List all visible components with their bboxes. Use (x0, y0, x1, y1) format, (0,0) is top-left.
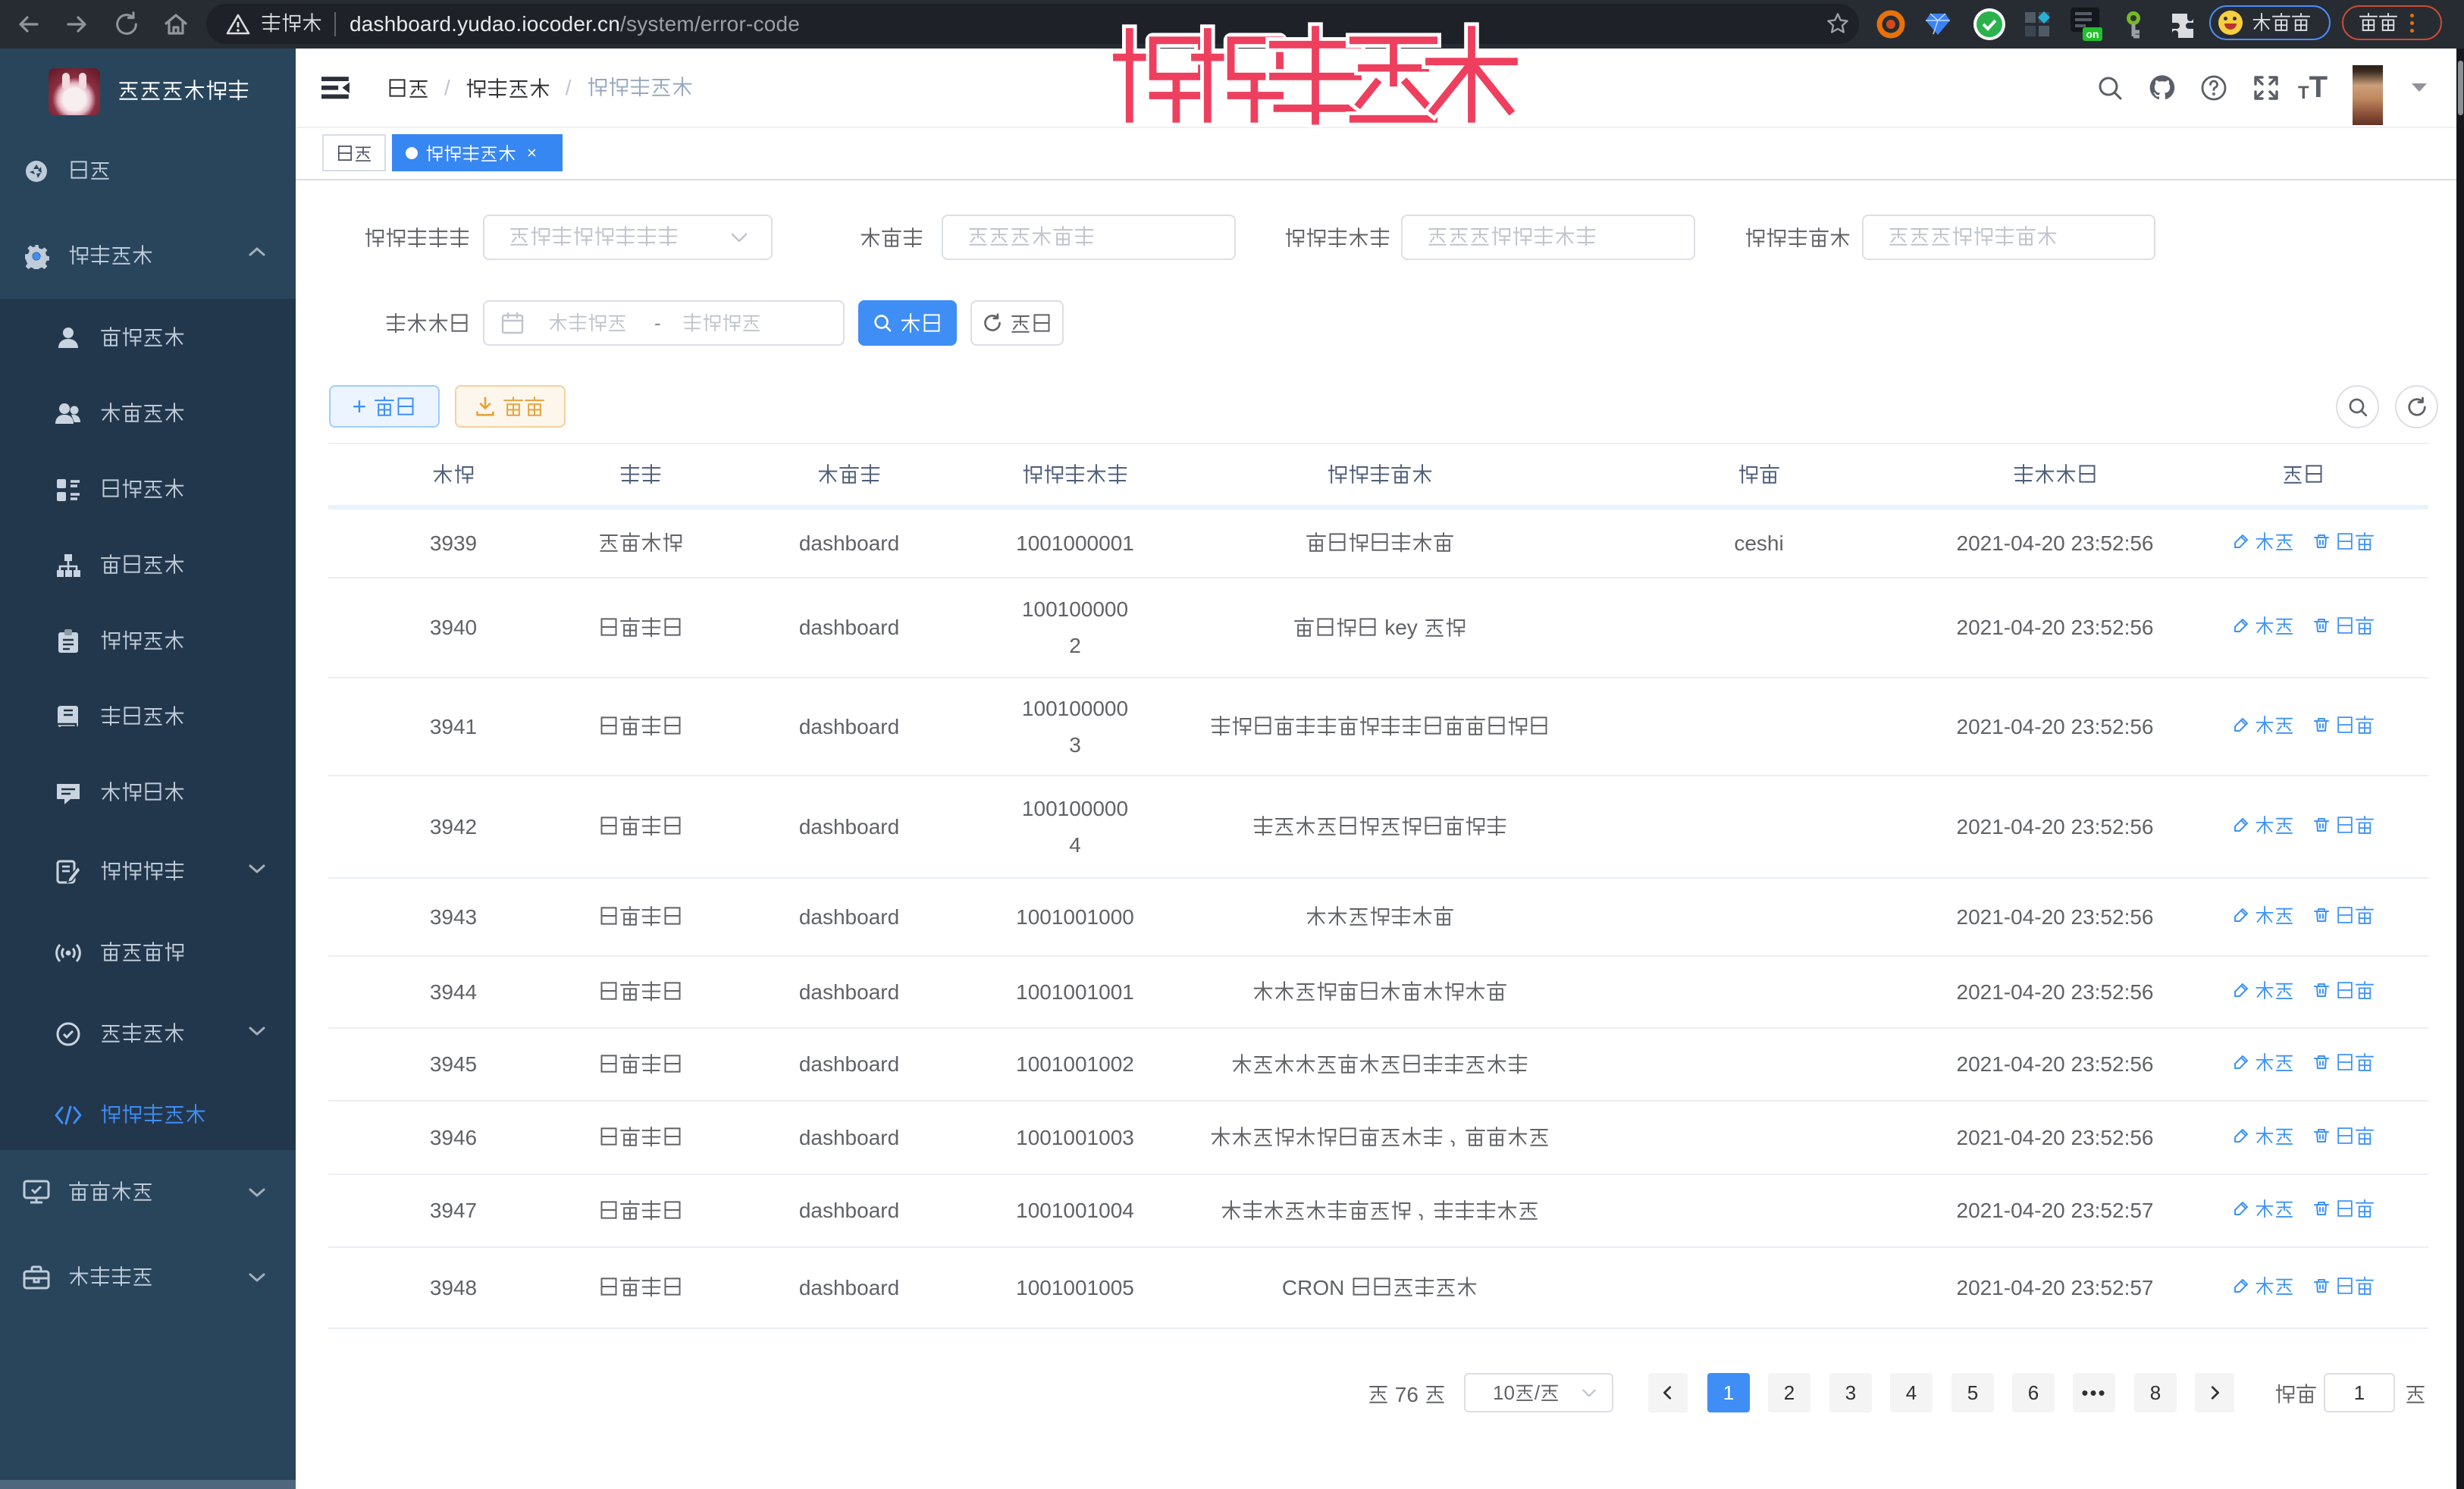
svg-text:on: on (2086, 28, 2099, 40)
